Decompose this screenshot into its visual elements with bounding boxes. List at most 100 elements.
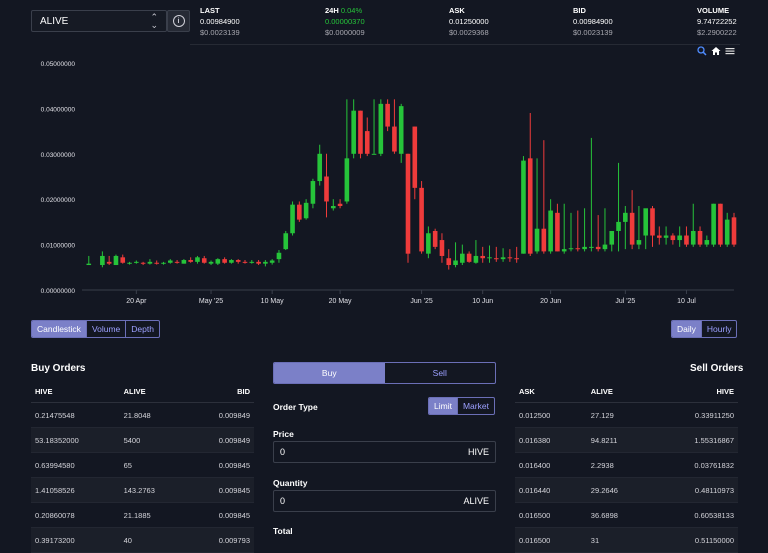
candle-body [527, 158, 533, 254]
daily-tab[interactable]: Daily [672, 321, 702, 337]
table-row[interactable]: 53.18352000 5400 0.009849 [31, 427, 254, 453]
y-tick-label: 0.05000000 [41, 61, 76, 68]
quantity-label: Quantity [273, 478, 308, 488]
candle-body [371, 153, 377, 155]
x-tick-label: May '25 [199, 298, 223, 305]
table-cell: 94.8211 [586, 427, 651, 453]
candle-body [575, 248, 581, 250]
candle-body [140, 262, 146, 264]
candle-body [670, 235, 676, 241]
stat-usd: $0.0023139 [200, 28, 240, 37]
candle-body [514, 258, 519, 260]
stat-value: 9.74722252 [697, 17, 737, 26]
sell-orders-table: ASK ALIVE HIVE 0.012500 27.129 0.33911250 0… [515, 380, 738, 553]
candle-body [167, 260, 173, 263]
candle-body [690, 230, 696, 245]
candle-body [724, 219, 730, 245]
table-row[interactable]: 0.20860078 21.1885 0.009845 [31, 502, 254, 528]
candle-body [609, 230, 615, 245]
hourly-tab[interactable]: Hourly [702, 321, 737, 337]
buy-tab[interactable]: Buy [274, 363, 385, 383]
table-cell: 0.03761832 [650, 452, 738, 478]
market-tab[interactable]: Market [458, 398, 494, 414]
table-cell: 53.18352000 [31, 427, 120, 453]
candle-body [147, 261, 153, 264]
candle-body [134, 261, 139, 263]
candle-body [684, 235, 689, 245]
volume-tab[interactable]: Volume [87, 321, 127, 337]
price-input[interactable]: 0 HIVE [273, 441, 496, 463]
buy-sell-tabs: Buy Sell [273, 362, 496, 384]
table-row[interactable]: 0.016500 36.6898 0.60538133 [515, 502, 738, 528]
candle-body [426, 233, 431, 254]
candle-body [589, 246, 594, 248]
x-tick-label: 10 May [261, 298, 284, 305]
buy-orders-table: HIVE ALIVE BID 0.21475548 21.8048 0.009849… [31, 380, 254, 553]
table-cell: 0.33911250 [650, 402, 738, 428]
candle-body [493, 258, 499, 260]
table-row[interactable]: 0.016400 2.2938 0.03761832 [515, 452, 738, 478]
table-row[interactable]: 1.41058526 143.2763 0.009845 [31, 477, 254, 503]
y-tick-label: 0.03000000 [41, 152, 76, 159]
candle-body [507, 257, 513, 259]
candlestick-chart[interactable]: 0.05000000 0.04000000 0.03000000 0.02000000… [0, 45, 768, 310]
candle-body [100, 255, 105, 266]
x-tick-label: Jul '25 [615, 298, 635, 305]
candle-body [337, 203, 343, 207]
stat-value: 0.00984900 [200, 17, 240, 26]
candle-body [344, 158, 350, 202]
stat-label: VOLUME [697, 6, 730, 15]
home-icon[interactable] [711, 46, 721, 56]
depth-tab[interactable]: Depth [126, 321, 159, 337]
info-button[interactable]: i [167, 10, 190, 32]
table-row[interactable]: 0.39173200 40 0.009793 [31, 527, 254, 553]
table-cell: 0.51150000 [650, 527, 738, 553]
menu-icon[interactable] [725, 46, 735, 56]
candle-body [215, 259, 221, 264]
table-row[interactable]: 0.016500 31 0.51150000 [515, 527, 738, 553]
candle-body [120, 257, 126, 263]
table-cell: 0.48110973 [650, 477, 738, 503]
candle-body [534, 228, 540, 252]
candle-body [229, 260, 234, 263]
limit-tab[interactable]: Limit [429, 398, 458, 414]
table-cell: 0.016500 [515, 527, 587, 553]
stat-ask: ASK 0.01250000 $0.0029368 [449, 5, 489, 38]
x-tick-label: 10 Jul [677, 298, 696, 305]
stat-usd: $0.0000009 [325, 28, 365, 37]
quantity-input[interactable]: 0 ALIVE [273, 490, 496, 512]
sell-orders-title: Sell Orders [690, 363, 744, 374]
candle-body [256, 261, 261, 264]
candle-body [269, 260, 275, 263]
candle-body [235, 260, 241, 262]
candle-body [446, 258, 452, 266]
candle-body [473, 255, 479, 263]
x-tick-label: Jun '25 [410, 298, 432, 305]
x-tick-label: 20 May [329, 298, 352, 305]
table-cell: 1.55316867 [650, 427, 738, 453]
candle-body [290, 204, 295, 234]
table-row[interactable]: 0.012500 27.129 0.33911250 [515, 402, 738, 428]
stat-label: ASK [449, 6, 465, 15]
stat-usd: $0.0023139 [573, 28, 613, 37]
candle-body [636, 240, 642, 245]
candle-body [480, 255, 486, 259]
candle-body [242, 261, 248, 263]
token-select[interactable]: ALIVE ⌃ ⌄ [31, 10, 167, 32]
candle-body [330, 206, 336, 209]
candle-body [582, 246, 587, 250]
table-row[interactable]: 0.21475548 21.8048 0.009849 [31, 402, 254, 428]
stat-change: 0.04% [340, 6, 363, 15]
table-row[interactable]: 0.016440 29.2646 0.48110973 [515, 477, 738, 503]
table-cell: 0.009849 [186, 427, 254, 453]
candle-body [718, 203, 723, 245]
sell-tab[interactable]: Sell [385, 363, 496, 383]
table-cell: 0.016500 [515, 502, 587, 528]
zoom-icon[interactable] [697, 46, 707, 56]
candlestick-tab[interactable]: Candlestick [32, 321, 87, 337]
candle-body [412, 126, 418, 188]
stat-last: LAST 0.00984900 $0.0023139 [200, 5, 240, 38]
table-row[interactable]: 0.016380 94.8211 1.55316867 [515, 427, 738, 453]
table-row[interactable]: 0.63994580 65 0.009845 [31, 452, 254, 478]
quantity-unit: ALIVE [463, 496, 489, 506]
